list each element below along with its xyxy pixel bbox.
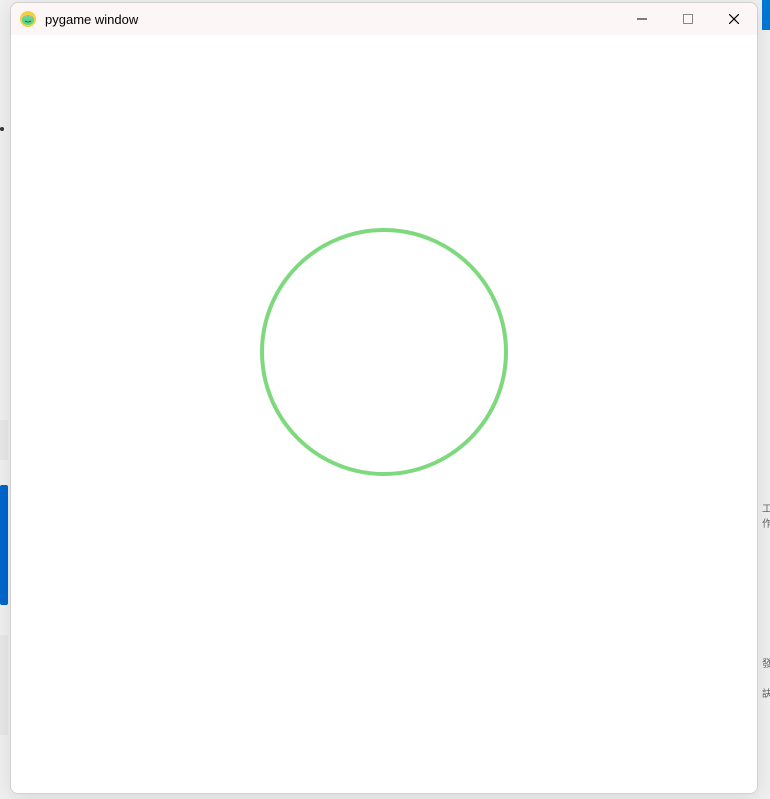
- close-button[interactable]: [711, 3, 757, 35]
- canvas-drawing: [11, 35, 757, 793]
- window-title: pygame window: [45, 12, 619, 27]
- bg-dot: [0, 127, 4, 131]
- bg-text-3: 訣: [762, 685, 770, 700]
- maximize-button[interactable]: [665, 3, 711, 35]
- bg-text-1: 工作: [762, 500, 770, 530]
- bg-element-top: [762, 0, 770, 30]
- bg-element-gray2: [0, 635, 8, 735]
- window-titlebar[interactable]: pygame window: [11, 3, 757, 35]
- pygame-canvas[interactable]: [11, 35, 757, 793]
- pygame-window: pygame window: [10, 2, 758, 794]
- minimize-icon: [637, 14, 647, 24]
- bg-text-2: 發: [762, 655, 770, 670]
- window-controls: [619, 3, 757, 35]
- close-icon: [729, 14, 739, 24]
- green-circle: [262, 230, 506, 474]
- bg-element-blue: [0, 485, 8, 605]
- bg-element-gray1: [0, 420, 8, 460]
- maximize-icon: [683, 14, 693, 24]
- pygame-snake-icon: [19, 10, 37, 28]
- minimize-button[interactable]: [619, 3, 665, 35]
